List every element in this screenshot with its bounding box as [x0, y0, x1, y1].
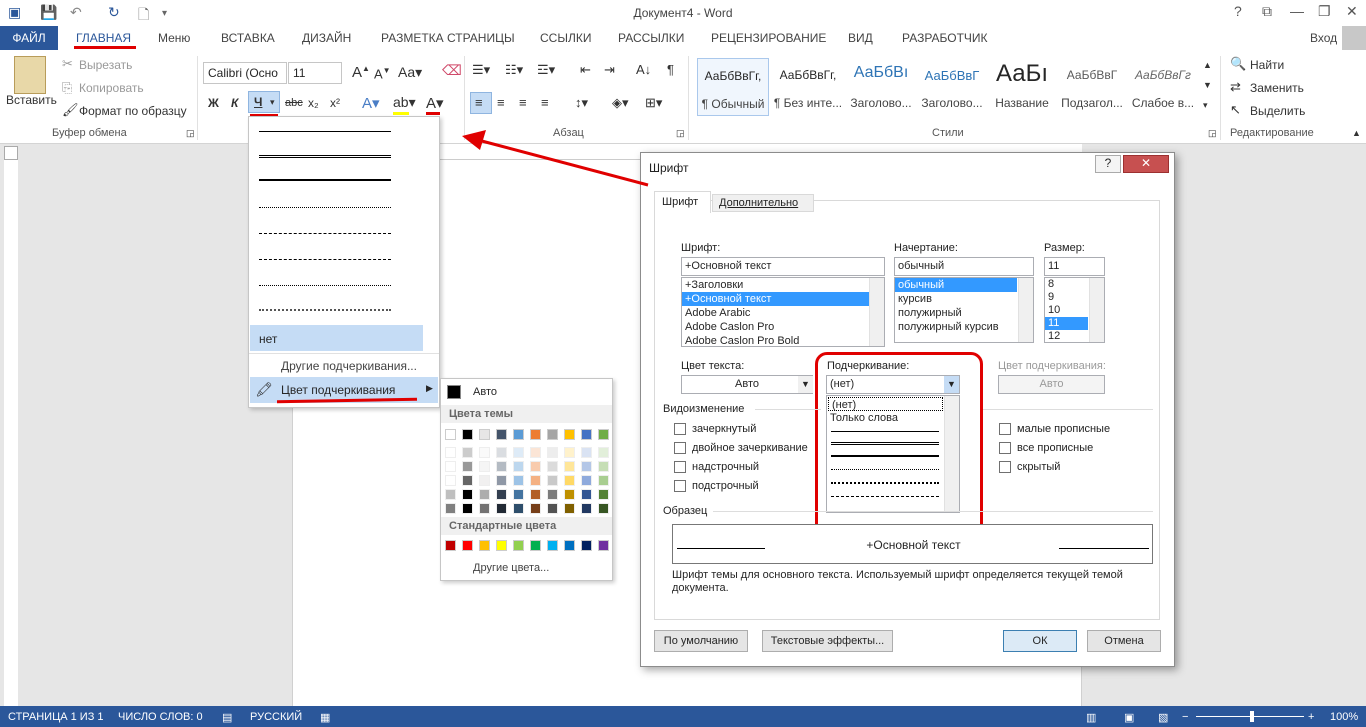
status-bar: СТРАНИЦА 1 ИЗ 1 ЧИСЛО СЛОВ: 0 ▤ РУССКИЙ … — [0, 706, 1366, 727]
arrow-head — [462, 130, 486, 150]
page-count[interactable]: СТРАНИЦА 1 ИЗ 1 — [8, 711, 104, 723]
annotation-arrow — [462, 130, 649, 187]
zoom-level[interactable]: 100% — [1330, 711, 1358, 723]
web-layout-icon[interactable]: ▧ — [1158, 711, 1168, 724]
proofing-icon[interactable]: ▤ — [222, 711, 232, 724]
macro-icon[interactable]: ▦ — [320, 711, 330, 724]
print-layout-icon[interactable]: ▣ — [1124, 711, 1134, 724]
zoom-in-icon[interactable]: + — [1308, 711, 1314, 723]
arrow-shaft — [477, 138, 649, 187]
word-count[interactable]: ЧИСЛО СЛОВ: 0 — [118, 711, 203, 723]
read-mode-icon[interactable]: ▥ — [1086, 711, 1096, 724]
zoom-out-icon[interactable]: − — [1182, 711, 1188, 723]
zoom-slider-thumb[interactable] — [1250, 711, 1254, 722]
language[interactable]: РУССКИЙ — [250, 711, 302, 723]
